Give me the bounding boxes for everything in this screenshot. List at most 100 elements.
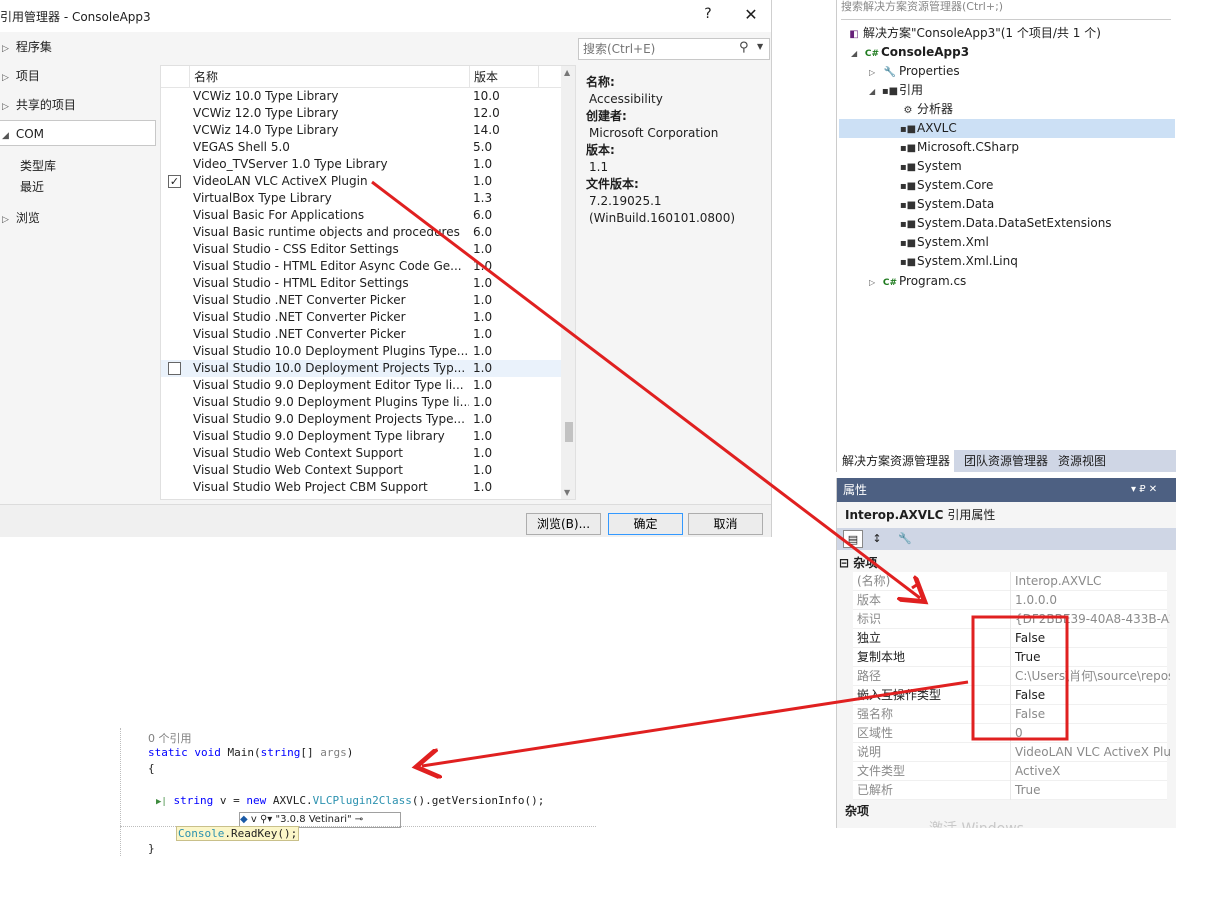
alphabetical-icon[interactable]: ↕ [867,530,887,548]
list-item[interactable]: Visual Studio .NET Converter Picker 1.0 [161,309,561,326]
magnifier-icon[interactable]: ⚲▾ [260,814,276,825]
reference-item[interactable]: ▪■System.Data [899,195,994,214]
list-item[interactable]: Visual Studio Web Context Support 1.0 [161,445,561,462]
reference-item[interactable]: ▪■System.Xml.Linq [899,252,1018,271]
list-item[interactable]: VEGAS Shell 5.0 5.0 [161,139,561,156]
categorized-icon[interactable]: ▤ [843,530,863,548]
list-item[interactable]: Visual Studio - HTML Editor Settings 1.0 [161,275,561,292]
list-item[interactable]: Visual Studio Web Project CBM Support 1.0 [161,479,561,496]
references-node[interactable]: ◢ ▪■引用 [869,81,923,100]
column-header-name[interactable]: 名称 [189,66,469,88]
nav-item-com[interactable]: ◢ COM [0,120,156,146]
list-item[interactable]: Visual Studio .NET Converter Picker 1.0 [161,326,561,343]
nav-item-shared-projects[interactable]: ▷ 共享的项目 [0,92,156,118]
list-item[interactable]: VCWiz 14.0 Type Library 14.0 [161,122,561,139]
code-line-getversion[interactable]: ▶| string v = new AXVLC.VLCPlugin2Class(… [156,794,544,807]
list-item[interactable]: Visual Studio 10.0 Deployment Projects T… [161,360,561,377]
list-item[interactable]: Visual Studio 9.0 Deployment Type librar… [161,428,561,445]
property-row[interactable]: 版本 1.0.0.0 [853,591,1167,610]
code-line-open-brace[interactable]: { [148,762,155,775]
list-item[interactable]: Visual Basic runtime objects and procedu… [161,224,561,241]
search-icon[interactable]: ⚲ [739,40,749,55]
search-box[interactable]: ⚲ ▼ [578,38,770,60]
code-line-main[interactable]: static void Main(string[] args) [148,746,353,759]
collapse-arrow-icon[interactable]: ◢ [869,82,881,101]
nav-item-browse[interactable]: ▷ 浏览 [0,205,156,231]
scroll-down-icon[interactable]: ▼ [564,488,570,497]
property-value[interactable]: 0 [1010,724,1170,743]
property-row[interactable]: 已解析 True [853,781,1167,800]
property-row[interactable]: 区域性 0 [853,724,1167,743]
property-value[interactable]: False [1010,686,1170,705]
property-value[interactable]: C:\Users\肖何\source\repos [1010,667,1170,686]
property-value[interactable]: ActiveX [1010,762,1170,781]
column-header-version[interactable]: 版本 [469,66,539,88]
reference-item[interactable]: ▪■AXVLC [839,119,1175,138]
expand-arrow-icon[interactable]: ▷ [869,63,881,82]
checkbox[interactable] [168,362,181,375]
scroll-up-icon[interactable]: ▲ [564,68,570,77]
list-item[interactable]: VirtualBox Type Library 1.3 [161,190,561,207]
reference-item[interactable]: ⚙ 分析器 [899,100,954,119]
property-value[interactable]: False [1010,705,1170,724]
solution-search-input[interactable]: 搜索解决方案资源管理器(Ctrl+;) [841,0,1171,20]
reference-count-lens[interactable]: 0 个引用 [148,730,192,746]
run-to-click-icon[interactable]: ▶| [156,797,167,807]
property-row[interactable]: 独立 False [853,629,1167,648]
pin-icon[interactable]: ⊸ [355,814,363,825]
property-row[interactable]: 标识 {DF2BBE39-40A8-433B-A27 [853,610,1170,629]
property-category[interactable]: ⊟ 杂项 [839,554,877,571]
property-pages-icon[interactable]: 🔧 [895,530,915,548]
property-value[interactable]: Interop.AXVLC [1010,572,1170,591]
list-item[interactable]: Visual Studio 9.0 Deployment Editor Type… [161,377,561,394]
browse-button[interactable]: 浏览(B)... [526,513,601,535]
tab-team-explorer[interactable]: 团队资源管理器 [960,450,1052,472]
scrollbar-thumb[interactable] [565,422,573,442]
cancel-button[interactable]: 取消 [688,513,763,535]
property-row[interactable]: 复制本地 True [853,648,1167,667]
reference-item[interactable]: ▪■System [899,157,962,176]
code-line-readkey[interactable]: Console.ReadKey(); [176,826,300,841]
property-value[interactable]: True [1010,648,1170,667]
reference-item[interactable]: ▪■Microsoft.CSharp [899,138,1019,157]
property-row[interactable]: 路径 C:\Users\肖何\source\repos [853,667,1170,686]
panel-controls[interactable]: ▾ ₽ ✕ [1131,478,1157,502]
property-value[interactable]: False [1010,629,1170,648]
property-value[interactable]: 1.0.0.0 [1010,591,1170,610]
nav-item-type-libraries[interactable]: 类型库 [20,157,56,174]
nav-item-projects[interactable]: ▷ 项目 [0,63,156,89]
program-cs-node[interactable]: ▷ C# Program.cs [869,272,966,291]
property-row[interactable]: 文件类型 ActiveX [853,762,1167,781]
nav-item-recent[interactable]: 最近 [20,178,44,195]
reference-item[interactable]: ▪■System.Core [899,176,993,195]
reference-item[interactable]: ▪■System.Xml [899,233,989,252]
search-input[interactable] [583,41,733,57]
solution-node[interactable]: ◧ 解决方案"ConsoleApp3"(1 个项目/共 1 个) [845,24,1101,43]
list-item[interactable]: Visual Studio - CSS Editor Settings 1.0 [161,241,561,258]
list-item[interactable]: Visual Basic For Applications 6.0 [161,207,561,224]
help-button[interactable]: ? [700,6,716,24]
list-item[interactable]: ✓ VideoLAN VLC ActiveX Plugin 1.0 [161,173,561,190]
project-node[interactable]: ◢ C# ConsoleApp3 [851,43,969,62]
checkbox-checked[interactable]: ✓ [168,175,181,188]
property-row[interactable]: 嵌入互操作类型 False [853,686,1167,705]
property-row[interactable]: (名称) Interop.AXVLC [853,572,1167,591]
close-button[interactable]: ✕ [742,5,760,25]
list-item[interactable]: VCWiz 12.0 Type Library 12.0 [161,105,561,122]
tab-resource-view[interactable]: 资源视图 [1054,450,1110,472]
property-row[interactable]: 说明 VideoLAN VLC ActiveX Plug [853,743,1170,762]
ok-button[interactable]: 确定 [608,513,683,535]
chevron-down-icon[interactable]: ▼ [757,42,763,51]
property-row[interactable]: 强名称 False [853,705,1167,724]
list-item[interactable]: Visual Studio .NET Converter Picker 1.0 [161,292,561,309]
list-item[interactable]: Visual Studio - HTML Editor Async Code G… [161,258,561,275]
list-item[interactable]: Visual Studio 9.0 Deployment Plugins Typ… [161,394,561,411]
property-value[interactable]: VideoLAN VLC ActiveX Plug [1010,743,1170,762]
list-item[interactable]: Visual Studio 10.0 Deployment Plugins Ty… [161,343,561,360]
collapse-arrow-icon[interactable]: ◢ [851,44,863,63]
nav-item-assemblies[interactable]: ▷ 程序集 [0,34,156,60]
list-item[interactable]: Video_TVServer 1.0 Type Library 1.0 [161,156,561,173]
property-value[interactable]: {DF2BBE39-40A8-433B-A27 [1010,610,1170,629]
list-item[interactable]: Visual Studio Web Context Support 1.0 [161,462,561,479]
code-line-close-brace[interactable]: } [148,842,155,855]
